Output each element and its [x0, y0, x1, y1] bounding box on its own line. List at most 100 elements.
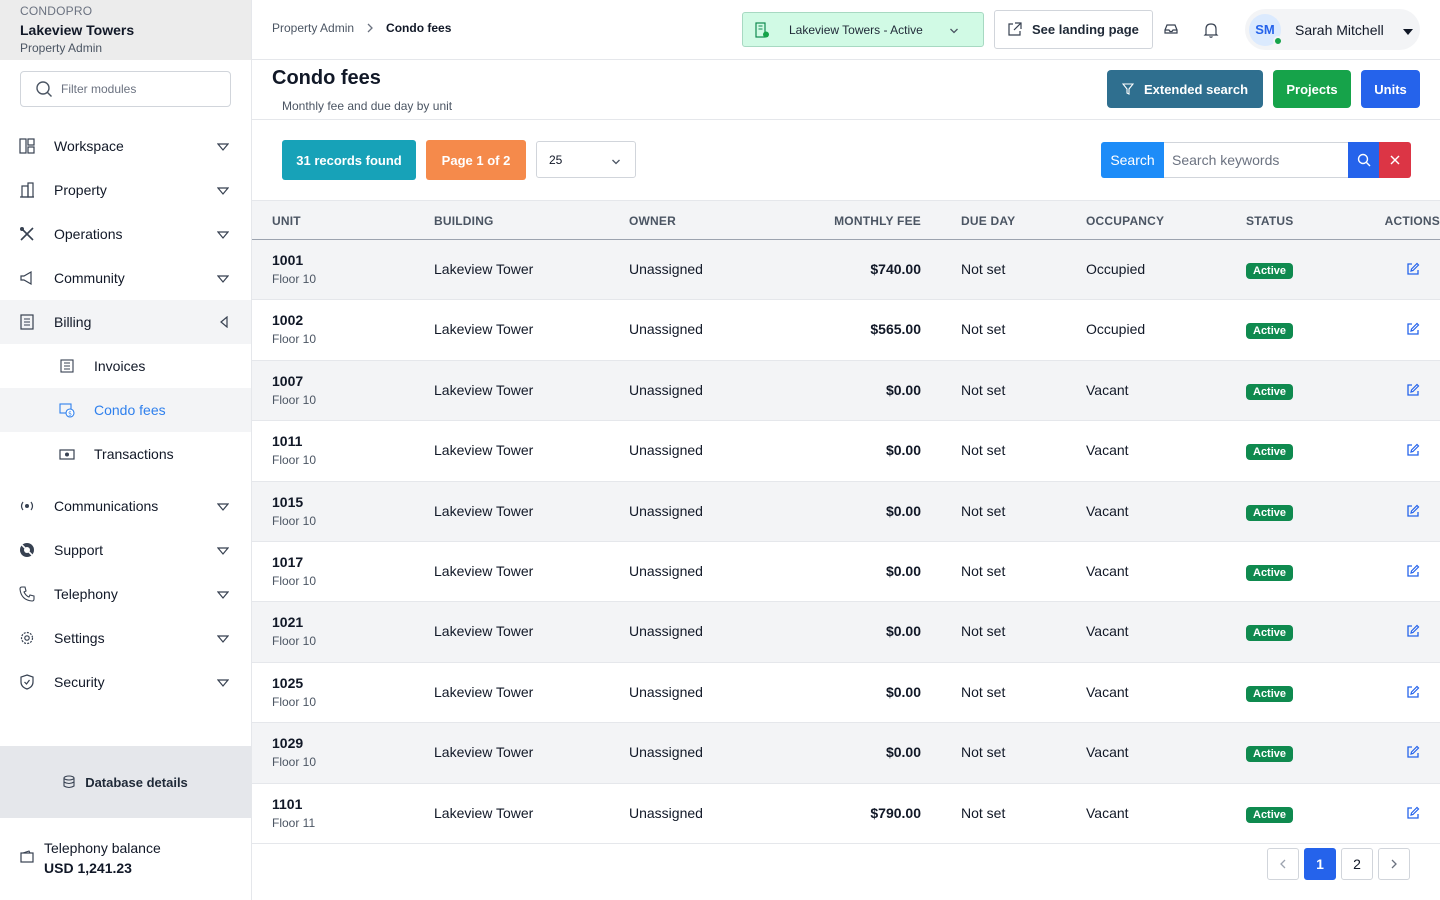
due-day-cell: Not set	[961, 562, 1006, 579]
edit-icon[interactable]	[1406, 685, 1420, 699]
see-landing-page-button[interactable]: See landing page	[994, 10, 1153, 49]
table-row: 1025 Floor 10 Lakeview Tower Unassigned $0.0…	[252, 663, 1440, 724]
sidebar-item-telephony[interactable]: Telephony	[0, 572, 251, 616]
column-header-due-day[interactable]: DUE DAY	[961, 214, 1015, 228]
edit-icon[interactable]	[1406, 383, 1420, 397]
per-page-select[interactable]: 25	[536, 141, 636, 178]
breadcrumb-current: Condo fees	[386, 21, 452, 35]
column-header-unit[interactable]: UNIT	[272, 214, 301, 228]
status-badge: Active	[1246, 444, 1294, 461]
pagination-prev-button[interactable]	[1267, 848, 1299, 880]
bell-icon[interactable]	[1203, 21, 1219, 39]
projects-button[interactable]: Projects	[1273, 70, 1351, 108]
monthly-fee-cell: $790.00	[870, 804, 921, 821]
filter-modules-input[interactable]: Filter modules	[20, 71, 231, 107]
caret-down-icon	[216, 587, 230, 603]
occupancy-cell: Vacant	[1086, 381, 1129, 398]
filter-placeholder: Filter modules	[61, 82, 137, 96]
sidebar-item-communications[interactable]: Communications	[0, 484, 251, 528]
owner-cell: Unassigned	[629, 562, 703, 579]
sidebar-subitem-transactions[interactable]: Transactions	[0, 432, 251, 476]
edit-icon[interactable]	[1406, 322, 1420, 336]
owner-cell: Unassigned	[629, 744, 703, 761]
table-row: 1021 Floor 10 Lakeview Tower Unassigned $0.0…	[252, 602, 1440, 663]
unit-floor: Floor 10	[272, 332, 317, 347]
shield-icon	[18, 673, 36, 691]
caret-down-icon	[216, 139, 230, 155]
sidebar-item-label: Workspace	[54, 138, 124, 154]
sidebar-item-property[interactable]: Property	[0, 168, 251, 212]
owner-cell: Unassigned	[629, 381, 703, 398]
sidebar-item-operations[interactable]: Operations	[0, 212, 251, 256]
building-cell: Lakeview Tower	[434, 804, 534, 821]
property-select[interactable]: Lakeview Towers - Active	[742, 12, 984, 47]
pagination-next-button[interactable]	[1378, 848, 1410, 880]
table-body: 1001 Floor 10 Lakeview Tower Unassigned $740…	[252, 240, 1440, 844]
table-header: UNIT BUILDING OWNER MONTHLY FEE DUE DAY …	[252, 200, 1440, 240]
avatar-initials: SM	[1255, 22, 1275, 37]
monthly-fee-cell: $0.00	[885, 744, 921, 761]
online-status-dot	[1273, 35, 1283, 46]
external-link-icon	[1007, 22, 1022, 37]
building-cell: Lakeview Tower	[434, 562, 534, 579]
building-icon	[18, 181, 36, 199]
pagination-page-2[interactable]: 2	[1341, 848, 1373, 880]
sidebar-subitem-condo-fees[interactable]: $ Condo fees	[0, 388, 251, 432]
edit-icon[interactable]	[1406, 624, 1420, 638]
breadcrumb-root[interactable]: Property Admin	[272, 21, 354, 35]
monthly-fee-cell: $0.00	[885, 502, 921, 519]
search-input[interactable]	[1164, 142, 1348, 178]
occupancy-cell: Vacant	[1086, 502, 1129, 519]
brand-role: Property Admin	[20, 41, 103, 55]
pagination-page-1[interactable]: 1	[1304, 848, 1336, 880]
telephony-balance: Telephony balance USD 1,241.23	[20, 840, 161, 876]
column-header-owner[interactable]: OWNER	[629, 214, 676, 228]
column-header-monthly-fee[interactable]: MONTHLY FEE	[834, 214, 921, 228]
unit-floor: Floor 10	[272, 272, 317, 286]
unit-floor: Floor 10	[272, 513, 317, 528]
edit-icon[interactable]	[1406, 564, 1420, 578]
sidebar-subitem-label: Invoices	[94, 358, 146, 374]
column-header-building[interactable]: BUILDING	[434, 214, 494, 228]
owner-cell: Unassigned	[629, 321, 703, 338]
edit-icon[interactable]	[1406, 745, 1420, 759]
due-day-cell: Not set	[961, 804, 1006, 821]
sidebar-item-label: Billing	[54, 314, 92, 330]
property-select-value: Lakeview Towers - Active	[789, 22, 923, 37]
units-button[interactable]: Units	[1361, 70, 1420, 108]
extended-search-button[interactable]: Extended search	[1107, 70, 1263, 108]
unit-number: 1101	[272, 795, 303, 812]
database-details-button[interactable]: Database details	[0, 746, 251, 818]
sidebar-item-label: Community	[54, 270, 125, 286]
telephony-balance-value: USD 1,241.23	[44, 860, 132, 876]
search-clear-button[interactable]	[1379, 142, 1411, 178]
caret-down-icon	[216, 499, 230, 515]
inbox-icon[interactable]	[1163, 21, 1179, 37]
sidebar-item-label: Property	[54, 182, 107, 198]
sidebar-item-community[interactable]: Community	[0, 256, 251, 300]
sidebar: CONDOPRO Lakeview Towers Property Admin …	[0, 0, 252, 900]
sidebar-item-support[interactable]: Support	[0, 528, 251, 572]
caret-down-icon	[216, 675, 230, 691]
sidebar-item-settings[interactable]: Settings	[0, 616, 251, 660]
avatar: SM	[1249, 13, 1283, 46]
user-menu[interactable]: SM Sarah Mitchell	[1245, 9, 1420, 50]
unit-number: 1025	[272, 674, 304, 691]
edit-icon[interactable]	[1406, 262, 1420, 276]
status-badge: Active	[1246, 746, 1294, 763]
sidebar-item-billing[interactable]: Billing	[0, 300, 251, 344]
sidebar-item-security[interactable]: Security	[0, 660, 251, 704]
edit-icon[interactable]	[1406, 504, 1420, 518]
sidebar-item-workspace[interactable]: Workspace	[0, 124, 251, 168]
sidebar-subitem-invoices[interactable]: Invoices	[0, 344, 251, 388]
table-row: 1015 Floor 10 Lakeview Tower Unassigned $0.0…	[252, 481, 1440, 542]
edit-icon[interactable]	[1406, 443, 1420, 457]
caret-down-icon	[216, 543, 230, 559]
column-header-status[interactable]: STATUS	[1246, 214, 1293, 228]
search-submit-button[interactable]	[1348, 142, 1379, 178]
table-row: 1002 Floor 10 Lakeview Tower Unassigned $565…	[252, 300, 1440, 361]
edit-icon[interactable]	[1406, 806, 1420, 820]
due-day-cell: Not set	[961, 623, 1006, 640]
column-header-occupancy[interactable]: OCCUPANCY	[1086, 214, 1164, 228]
table-row: 1011 Floor 10 Lakeview Tower Unassigned $0.0…	[252, 421, 1440, 482]
